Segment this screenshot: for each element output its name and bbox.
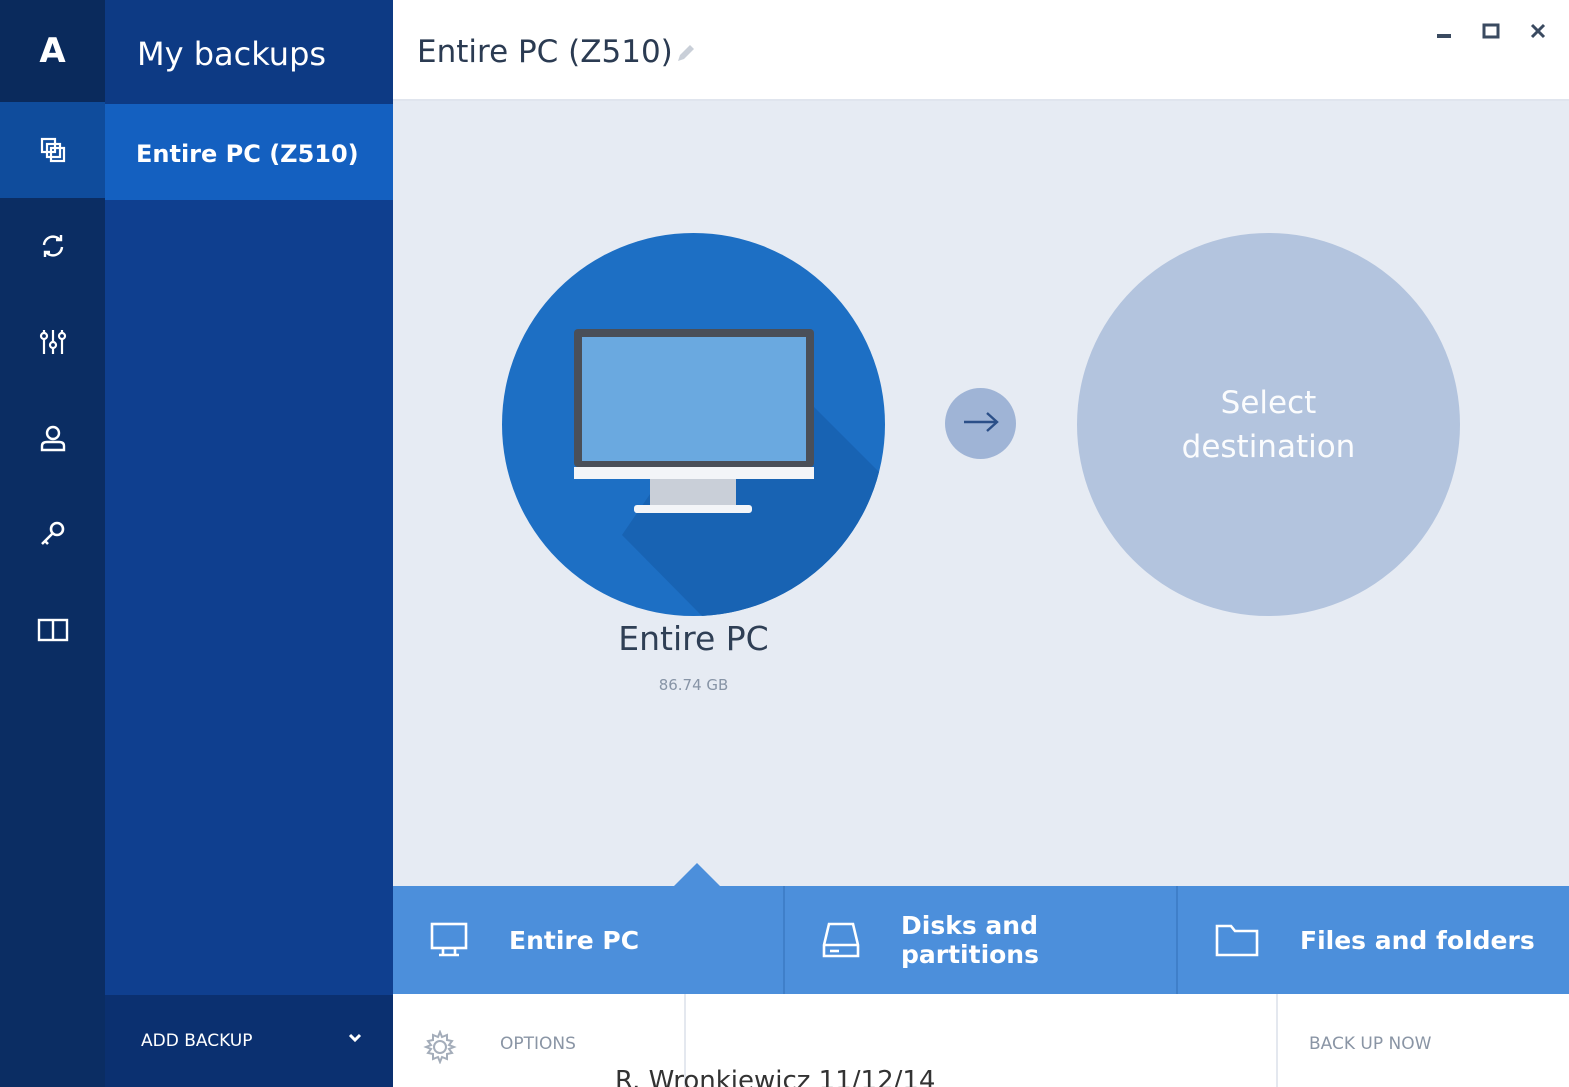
edit-pencil-icon[interactable] <box>675 42 697 68</box>
monitor-illustration-icon <box>574 329 885 616</box>
rail-item-tools[interactable] <box>0 294 105 390</box>
logo-icon: A <box>39 31 66 71</box>
rail-item-backup[interactable] <box>0 102 105 198</box>
book-icon <box>37 616 69 644</box>
arrow-right-icon <box>961 410 1001 438</box>
minimize-icon[interactable] <box>1429 16 1459 46</box>
divider <box>1276 994 1278 1087</box>
tab-entire-pc-label: Entire PC <box>509 925 640 955</box>
footer-note: R. Wronkiewicz 11/12/14 <box>615 1066 936 1087</box>
rail-item-account[interactable] <box>0 390 105 486</box>
source-name: Entire PC <box>618 619 769 658</box>
destination-label: Select destination <box>1181 384 1356 465</box>
arrow-circle <box>945 388 1016 459</box>
backup-icon <box>39 136 67 164</box>
folder-icon <box>1214 922 1260 958</box>
tab-files-folders[interactable]: Files and folders <box>1178 886 1569 994</box>
tab-disks-label: Disks and partitions <box>901 911 1039 969</box>
options-button[interactable]: OPTIONS <box>500 1034 576 1054</box>
back-up-now-button[interactable]: BACK UP NOW <box>1309 1034 1431 1054</box>
header: Entire PC (Z510) <box>393 0 1569 101</box>
sidebar-title: My backups <box>105 0 393 104</box>
tab-entire-pc[interactable]: Entire PC <box>393 886 785 994</box>
add-backup-button[interactable]: ADD BACKUP <box>105 995 393 1087</box>
account-icon <box>39 423 67 453</box>
rail-item-help[interactable] <box>0 582 105 678</box>
bottom-bar: OPTIONS BACK UP NOW <box>393 994 1569 1087</box>
tab-disks-partitions[interactable]: Disks and partitions <box>785 886 1178 994</box>
tab-pointer <box>673 863 721 887</box>
app-logo: A <box>0 0 105 102</box>
sidebar-item-entire-pc[interactable]: Entire PC (Z510) <box>105 104 393 200</box>
monitor-icon <box>429 921 469 959</box>
maximize-icon[interactable] <box>1476 16 1506 46</box>
source-tabs: Entire PC Disks and partitions Files and… <box>393 886 1569 994</box>
icon-rail: A <box>0 0 105 1087</box>
main-panel: Entire PC (Z510) Entire PC 86.74 GB Sele… <box>393 0 1569 1087</box>
tab-files-label: Files and folders <box>1300 925 1535 955</box>
gear-icon[interactable] <box>423 1029 457 1068</box>
rail-item-sync[interactable] <box>0 198 105 294</box>
tools-icon <box>38 327 68 357</box>
source-size: 86.74 GB <box>658 676 729 694</box>
disk-icon <box>821 921 861 959</box>
rail-item-key[interactable] <box>0 486 105 582</box>
page-title[interactable]: Entire PC (Z510) <box>417 34 673 70</box>
select-destination-button[interactable]: Select destination <box>1077 233 1460 616</box>
add-backup-label: ADD BACKUP <box>141 1031 253 1051</box>
close-icon[interactable] <box>1523 16 1553 46</box>
chevron-down-icon[interactable] <box>347 1029 363 1049</box>
key-icon <box>38 519 68 549</box>
source-circle[interactable] <box>502 233 885 616</box>
sync-icon <box>39 232 67 260</box>
sidebar: My backups Entire PC (Z510) ADD BACKUP <box>105 0 393 1087</box>
